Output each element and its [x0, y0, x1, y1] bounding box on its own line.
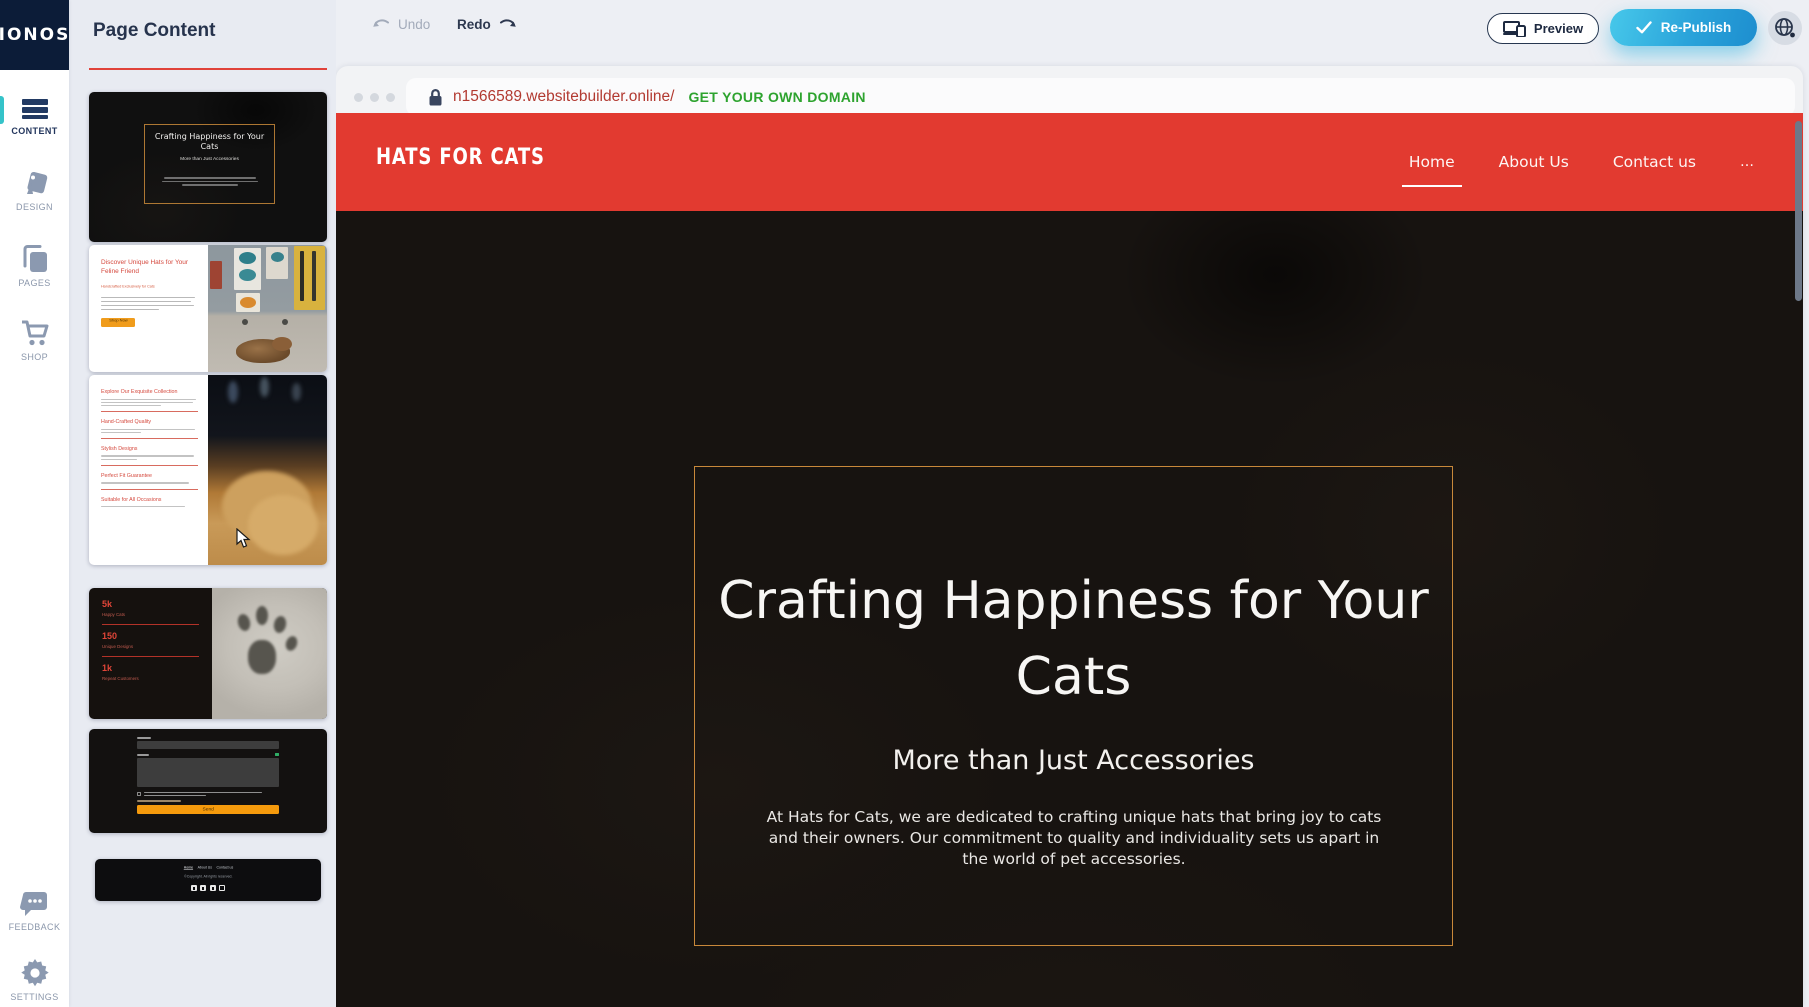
- stat-value: 1k: [102, 663, 200, 673]
- contact-thumb-form: Send: [137, 737, 279, 814]
- stats-thumb-photo: [212, 588, 327, 719]
- promo-thumb-textlines: [101, 297, 198, 310]
- nav-contact[interactable]: Contact us: [1613, 153, 1696, 171]
- globe-menu-button[interactable]: [1768, 11, 1802, 45]
- devices-icon: [1503, 21, 1526, 37]
- redo-label: Redo: [457, 17, 491, 32]
- lock-icon: [428, 88, 443, 107]
- site-nav: Home About Us Contact us …: [1409, 113, 1755, 211]
- nav-about[interactable]: About Us: [1499, 153, 1569, 171]
- check-icon: [1636, 21, 1652, 34]
- undo-label: Undo: [398, 17, 430, 32]
- sidebar-item-settings[interactable]: SETTINGS: [0, 958, 69, 1002]
- website-builder-app: Undo Redo Preview Re-Publish: [0, 0, 1809, 1007]
- republish-button[interactable]: Re-Publish: [1610, 9, 1757, 46]
- social-icon: [200, 885, 206, 891]
- section-thumb-promo[interactable]: Discover Unique Hats for Your Feline Fri…: [89, 245, 327, 372]
- hero-thumb-box: Crafting Happiness for Your Cats More th…: [144, 124, 275, 204]
- social-icon: [210, 885, 216, 891]
- stat-value: 5k: [102, 599, 200, 609]
- promo-thumb-copy: Discover Unique Hats for Your Feline Fri…: [89, 245, 208, 372]
- get-domain-link[interactable]: GET YOUR OWN DOMAIN: [688, 89, 865, 105]
- redo-button[interactable]: Redo: [457, 16, 517, 32]
- features-thumb-photo: [208, 375, 327, 565]
- hero-title: Crafting Happiness for Your Cats: [695, 563, 1452, 715]
- feedback-icon: [20, 890, 50, 918]
- feature-heading: Perfect Fit Guarantee: [101, 473, 190, 479]
- feature-heading: Stylish Designs: [101, 446, 190, 452]
- settings-icon: [20, 958, 50, 988]
- hero-section-editable[interactable]: Crafting Happiness for Your Cats More th…: [694, 466, 1453, 946]
- footer-thumb-social-icons: [95, 885, 321, 891]
- hero-thumb-title: Crafting Happiness for Your Cats: [145, 132, 274, 152]
- design-icon: [20, 170, 50, 198]
- content-icon: [21, 98, 49, 122]
- site-header: HATS FOR CATS Home About Us Contact us …: [336, 113, 1803, 211]
- nav-home[interactable]: Home: [1409, 153, 1455, 171]
- sidebar-item-shop[interactable]: SHOP: [0, 318, 69, 362]
- app-sidebar: IONOS CONTENT DESIGN PAGES: [0, 0, 69, 1007]
- footer-thumb-copyright: ©Copyright. All rights reserved.: [95, 875, 321, 882]
- social-icon: [219, 885, 225, 891]
- hero-subtitle: More than Just Accessories: [695, 745, 1452, 776]
- section-thumb-contact[interactable]: Send: [89, 729, 327, 833]
- promo-thumb-button: Shop Now: [101, 318, 135, 327]
- ionos-logo[interactable]: IONOS: [0, 0, 69, 70]
- required-fields-note: [137, 800, 181, 802]
- sidebar-item-pages[interactable]: PAGES: [0, 244, 69, 288]
- stat-label: Repeat Customers: [102, 676, 156, 681]
- preview-label: Preview: [1534, 21, 1583, 36]
- preview-button[interactable]: Preview: [1487, 13, 1599, 44]
- site-viewport: HATS FOR CATS Home About Us Contact us ……: [336, 113, 1803, 1007]
- panel-title: Page Content: [93, 20, 215, 42]
- panel-accent-rule: [89, 68, 327, 70]
- hero-thumb-subtitle: More than Just Accessories: [171, 156, 248, 161]
- stat-label: Unique Designs: [102, 644, 156, 649]
- stat-value: 150: [102, 631, 200, 641]
- consent-checkbox: [137, 792, 141, 796]
- promo-thumb-photo: [208, 245, 327, 372]
- feature-heading: Suitable for All Occasions: [101, 497, 190, 503]
- features-thumb-copy: Explore Our Exquisite Collection Hand-Cr…: [89, 375, 208, 565]
- section-thumb-stats[interactable]: 5k Happy Cats 150 Unique Designs 1k Repe…: [89, 588, 327, 719]
- section-thumb-features[interactable]: Explore Our Exquisite Collection Hand-Cr…: [89, 375, 327, 565]
- section-thumb-footer[interactable]: HomeAbout UsContact us ©Copyright. All r…: [95, 859, 321, 901]
- redo-arrow-icon: [497, 16, 517, 32]
- site-brand[interactable]: HATS FOR CATS: [376, 145, 545, 170]
- browser-window-dots: [354, 93, 395, 102]
- page-content-panel: Page Content Crafting Happiness for Your…: [69, 0, 336, 1007]
- globe-icon: [1774, 17, 1796, 39]
- send-button-thumb: Send: [137, 805, 279, 814]
- undo-arrow-icon: [372, 16, 392, 32]
- preview-scrollbar[interactable]: [1795, 121, 1802, 301]
- browser-url-bar: n1566589.websitebuilder.online/ GET YOUR…: [406, 78, 1795, 116]
- stats-thumb-copy: 5k Happy Cats 150 Unique Designs 1k Repe…: [89, 588, 212, 719]
- sidebar-item-design[interactable]: DESIGN: [0, 170, 69, 212]
- republish-label: Re-Publish: [1661, 20, 1732, 35]
- sidebar-item-feedback[interactable]: FEEDBACK: [0, 890, 69, 932]
- pages-icon: [21, 244, 49, 274]
- hero-thumb-textlines: [145, 177, 274, 186]
- field-status-icon: [275, 753, 279, 756]
- promo-thumb-subheading: Handcrafted Exclusively for Cats: [101, 284, 198, 290]
- social-icon: [191, 885, 197, 891]
- site-preview-frame: n1566589.websitebuilder.online/ GET YOUR…: [336, 66, 1803, 1007]
- shop-icon: [20, 318, 50, 348]
- section-thumb-hero[interactable]: Crafting Happiness for Your Cats More th…: [89, 92, 327, 242]
- undo-button[interactable]: Undo: [372, 16, 430, 32]
- hero-background: Crafting Happiness for Your Cats More th…: [336, 211, 1803, 1007]
- site-url[interactable]: n1566589.websitebuilder.online/: [453, 88, 674, 106]
- promo-thumb-heading: Discover Unique Hats for Your Feline Fri…: [101, 259, 198, 276]
- feature-heading: Explore Our Exquisite Collection: [101, 389, 190, 395]
- stat-label: Happy Cats: [102, 612, 156, 617]
- feature-heading: Hand-Crafted Quality: [101, 419, 190, 425]
- footer-thumb-links: HomeAbout UsContact us: [95, 866, 321, 873]
- hero-body-text: At Hats for Cats, we are dedicated to cr…: [764, 807, 1384, 870]
- sidebar-item-content[interactable]: CONTENT: [0, 98, 69, 136]
- nav-more-ellipsis[interactable]: …: [1740, 154, 1755, 170]
